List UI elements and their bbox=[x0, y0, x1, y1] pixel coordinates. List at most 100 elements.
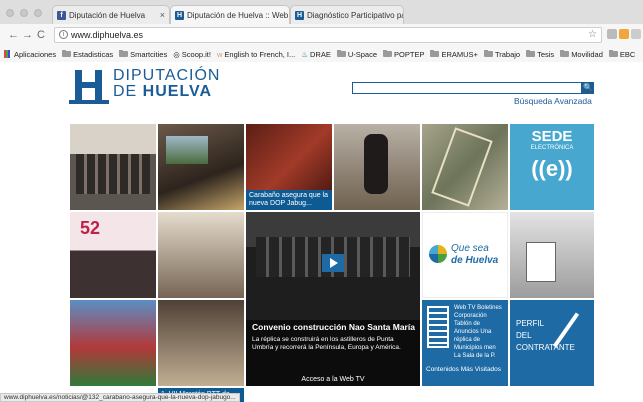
close-tab-icon[interactable]: × bbox=[160, 10, 165, 20]
bookmark-label: U-Space bbox=[347, 49, 378, 59]
url-input[interactable]: i www.diphuelva.es ☆ bbox=[54, 27, 602, 43]
wordreference-icon: w bbox=[216, 49, 223, 59]
bookmark-folder[interactable]: POPTEP bbox=[383, 50, 424, 59]
photo-tile-cyclist[interactable] bbox=[334, 124, 420, 210]
bookmark-label: Scoop.it! bbox=[181, 49, 211, 59]
map-tile-aerial[interactable] bbox=[422, 124, 508, 210]
diputacion-h-logo-icon bbox=[69, 68, 109, 104]
bookmark-folder[interactable]: EBC bbox=[608, 49, 636, 59]
play-icon bbox=[330, 258, 338, 268]
search-input[interactable] bbox=[352, 82, 582, 94]
bookmarks-bar: Aplicaciones Estadisticas Smartcities ◎ S… bbox=[0, 46, 643, 62]
feature-title: Convenio construcción Nao Santa María bbox=[252, 322, 415, 332]
photo-tile-meeting[interactable] bbox=[158, 212, 244, 298]
bookmark-label: Movilidad bbox=[571, 49, 603, 59]
perfil-line2: DEL bbox=[516, 331, 532, 340]
photo-tile-anniversary[interactable]: 52 bbox=[70, 212, 156, 298]
tab-facebook[interactable]: f Diputación de Huelva × bbox=[52, 5, 170, 24]
advanced-search-link[interactable]: Búsqueda Avanzada bbox=[514, 96, 592, 106]
tab-title: Diagnóstico Participativo para bbox=[307, 10, 404, 20]
back-icon[interactable]: ← bbox=[8, 29, 19, 41]
perfil-line3: CONTRATANTE bbox=[516, 343, 575, 352]
scoopit-icon: ◎ bbox=[173, 49, 180, 59]
folder-icon bbox=[336, 50, 346, 57]
document-icon bbox=[427, 306, 449, 348]
folder-icon bbox=[119, 50, 129, 57]
sede-electronica-tile[interactable]: SEDE ELECTRÓNICA ((e)) bbox=[510, 124, 594, 210]
bookmark-folder[interactable]: U-Space bbox=[336, 49, 378, 59]
webtv-list: Web TV Boletines Corporación Tablón de A… bbox=[454, 305, 502, 359]
facebook-icon: f bbox=[57, 10, 66, 20]
url-text: www.diphuelva.es bbox=[71, 30, 144, 40]
bookmark-folder[interactable]: Movilidad bbox=[560, 50, 603, 59]
tab-diputacion-web[interactable]: H Diputación de Huelva :: Web C × bbox=[170, 5, 290, 24]
minimize-window-icon[interactable] bbox=[20, 9, 28, 17]
que-sea-line1: Que sea bbox=[451, 243, 489, 254]
folder-icon bbox=[430, 50, 440, 57]
bookmark-folder[interactable]: Tesis bbox=[526, 50, 554, 59]
drae-icon: ♨ bbox=[301, 49, 308, 59]
perfil-contratante-tile[interactable]: PERFIL DEL CONTRATANTE bbox=[510, 300, 594, 386]
close-window-icon[interactable] bbox=[6, 9, 14, 17]
photo-tile-group2[interactable] bbox=[158, 300, 244, 386]
bookmark-folder[interactable]: Trabajo bbox=[483, 50, 520, 59]
tab-diagnostico[interactable]: H Diagnóstico Participativo para × bbox=[290, 5, 404, 24]
webtv-list-tile[interactable]: Web TV Boletines Corporación Tablón de A… bbox=[422, 300, 508, 386]
bookmark-label: ERAMUS+ bbox=[441, 49, 478, 59]
bookmark-label: English to French, I... bbox=[224, 49, 296, 59]
window-controls bbox=[6, 9, 42, 17]
tab-title: Diputación de Huelva bbox=[69, 10, 146, 20]
photo-tile-poster[interactable] bbox=[510, 212, 594, 298]
site-logo[interactable]: DIPUTACIÓN DE HUELVA bbox=[69, 68, 220, 104]
info-icon[interactable]: i bbox=[59, 30, 68, 39]
status-bar-url: www.diphuelva.es/noticias/@132_carabano-… bbox=[0, 393, 240, 402]
bookmark-label: POPTEP bbox=[394, 49, 425, 59]
pocket-icon[interactable] bbox=[631, 29, 641, 39]
photo-tile-btt[interactable] bbox=[70, 300, 156, 386]
webtv-access-link[interactable]: Acceso a la Web TV bbox=[246, 376, 420, 383]
forward-icon[interactable]: → bbox=[22, 29, 33, 41]
webtv-caption: Contenidos Más Visitados bbox=[426, 366, 502, 373]
folder-icon bbox=[608, 50, 618, 57]
folder-icon bbox=[560, 50, 570, 57]
bookmark-label: Smartcities bbox=[130, 49, 168, 59]
photo-tile-group[interactable] bbox=[70, 124, 156, 210]
bookmark-apps[interactable]: Aplicaciones bbox=[4, 50, 56, 59]
search-button[interactable]: 🔍 bbox=[582, 82, 594, 94]
maximize-window-icon[interactable] bbox=[34, 9, 42, 17]
reload-icon[interactable]: C bbox=[37, 29, 45, 41]
e-signal-icon: ((e)) bbox=[531, 156, 573, 181]
bookmark-folder[interactable]: ERAMUS+ bbox=[430, 49, 478, 59]
bookmark-label: DRAE bbox=[310, 49, 331, 59]
rss-icon[interactable] bbox=[619, 29, 629, 39]
folder-icon bbox=[62, 50, 72, 57]
bookmark-link[interactable]: w English to French, I... bbox=[217, 50, 295, 59]
news-caption: Carabaño asegura que la nueva DOP Jabug.… bbox=[246, 190, 332, 210]
folder-icon bbox=[483, 50, 493, 57]
featured-video-tile[interactable]: Convenio construcción Nao Santa María La… bbox=[246, 212, 420, 386]
tab-title: Diputación de Huelva :: Web C bbox=[187, 10, 290, 20]
bookmark-label: EBC bbox=[619, 49, 636, 59]
bookmark-star-icon[interactable]: ☆ bbox=[588, 29, 597, 40]
bookmark-link[interactable]: ♨ DRAE bbox=[301, 50, 331, 59]
bookmark-label: Estadisticas bbox=[73, 49, 114, 59]
tile-grid: Carabaño asegura que la nueva DOP Jabug.… bbox=[70, 124, 594, 402]
feature-text: La réplica se construirá en los astiller… bbox=[252, 336, 401, 351]
bookmark-label: Tesis bbox=[537, 49, 555, 59]
address-bar-row: ← → C i www.diphuelva.es ☆ bbox=[0, 24, 643, 46]
bookmark-folder[interactable]: Estadisticas bbox=[62, 50, 113, 59]
flower-logo-icon bbox=[429, 245, 447, 263]
photo-tile-presentation[interactable] bbox=[158, 124, 244, 210]
que-sea-de-huelva-tile[interactable]: Que sea de Huelva bbox=[422, 212, 508, 298]
sede-subtitle: ELECTRÓNICA bbox=[530, 145, 574, 151]
extension-icon[interactable] bbox=[607, 29, 617, 39]
bookmark-link[interactable]: ◎ Scoop.it! bbox=[173, 50, 211, 59]
news-tile-jamon[interactable]: Carabaño asegura que la nueva DOP Jabug.… bbox=[246, 124, 332, 210]
bookmark-folder[interactable]: Smartcities bbox=[119, 50, 167, 59]
apps-icon bbox=[4, 50, 12, 58]
folder-icon bbox=[526, 50, 536, 57]
diputacion-icon: H bbox=[295, 10, 304, 20]
logo-text: DIPUTACIÓN DE HUELVA bbox=[113, 68, 220, 100]
play-button[interactable] bbox=[322, 254, 344, 272]
web-page: DIPUTACIÓN DE HUELVA 🔍 Búsqueda Avanzada… bbox=[0, 62, 643, 402]
